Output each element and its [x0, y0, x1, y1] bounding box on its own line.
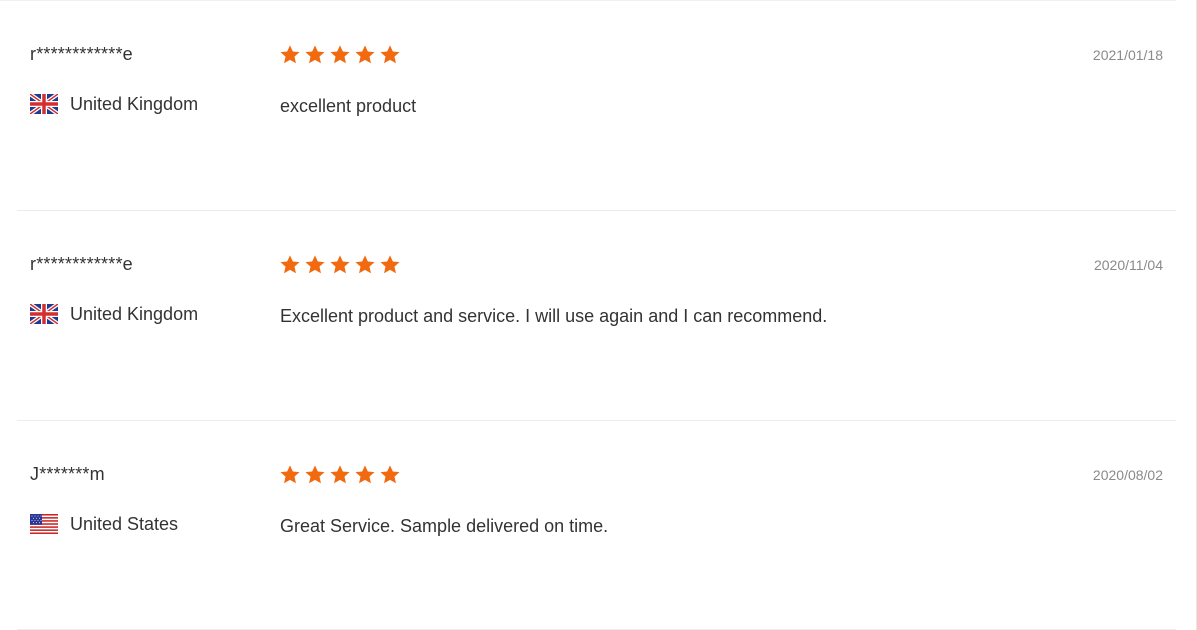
review-list: r************e United Kingdom excellent …: [17, 1, 1176, 630]
star-filled-icon: [355, 465, 375, 484]
reviewer-country: United Kingdom: [30, 93, 198, 115]
reviewer-name: J*******m: [30, 464, 105, 484]
review-item: r************e United Kingdom excellent …: [17, 1, 1176, 211]
uk-flag-icon: [30, 304, 58, 324]
review-comment: Excellent product and service. I will us…: [280, 306, 828, 326]
reviewer-name: r************e: [30, 254, 133, 274]
us-flag-icon: [30, 514, 58, 534]
reviewer-country: United Kingdom: [30, 303, 198, 325]
review-date: 2020/08/02: [1092, 467, 1163, 483]
star-rating: [279, 464, 404, 486]
star-filled-icon: [280, 255, 300, 274]
star-filled-icon: [380, 45, 400, 64]
star-filled-icon: [305, 465, 325, 484]
star-filled-icon: [380, 255, 400, 274]
country-name: United Kingdom: [70, 94, 199, 114]
reviewer-country: United States: [30, 513, 178, 535]
star-filled-icon: [355, 255, 375, 274]
review-item: r************e United Kingdom Excellent …: [17, 211, 1176, 421]
star-filled-icon: [280, 465, 300, 484]
star-filled-icon: [330, 255, 350, 274]
star-filled-icon: [280, 45, 300, 64]
review-date: 2021/01/18: [1092, 47, 1163, 63]
star-rating: [279, 254, 404, 276]
star-filled-icon: [305, 255, 325, 274]
star-filled-icon: [380, 465, 400, 484]
reviewer-name: r************e: [30, 44, 133, 64]
star-rating: [279, 44, 404, 66]
uk-flag-icon: [30, 94, 58, 114]
star-filled-icon: [330, 465, 350, 484]
country-name: United States: [70, 514, 179, 534]
star-filled-icon: [305, 45, 325, 64]
review-comment: excellent product: [280, 96, 417, 116]
review-comment: Great Service. Sample delivered on time.: [280, 516, 609, 536]
country-name: United Kingdom: [70, 304, 199, 324]
review-date: 2020/11/04: [1093, 257, 1163, 273]
star-filled-icon: [355, 45, 375, 64]
review-item: J*******m United States Great Service. S…: [17, 421, 1176, 630]
star-filled-icon: [330, 45, 350, 64]
reviews-page: r************e United Kingdom excellent …: [0, 0, 1197, 630]
